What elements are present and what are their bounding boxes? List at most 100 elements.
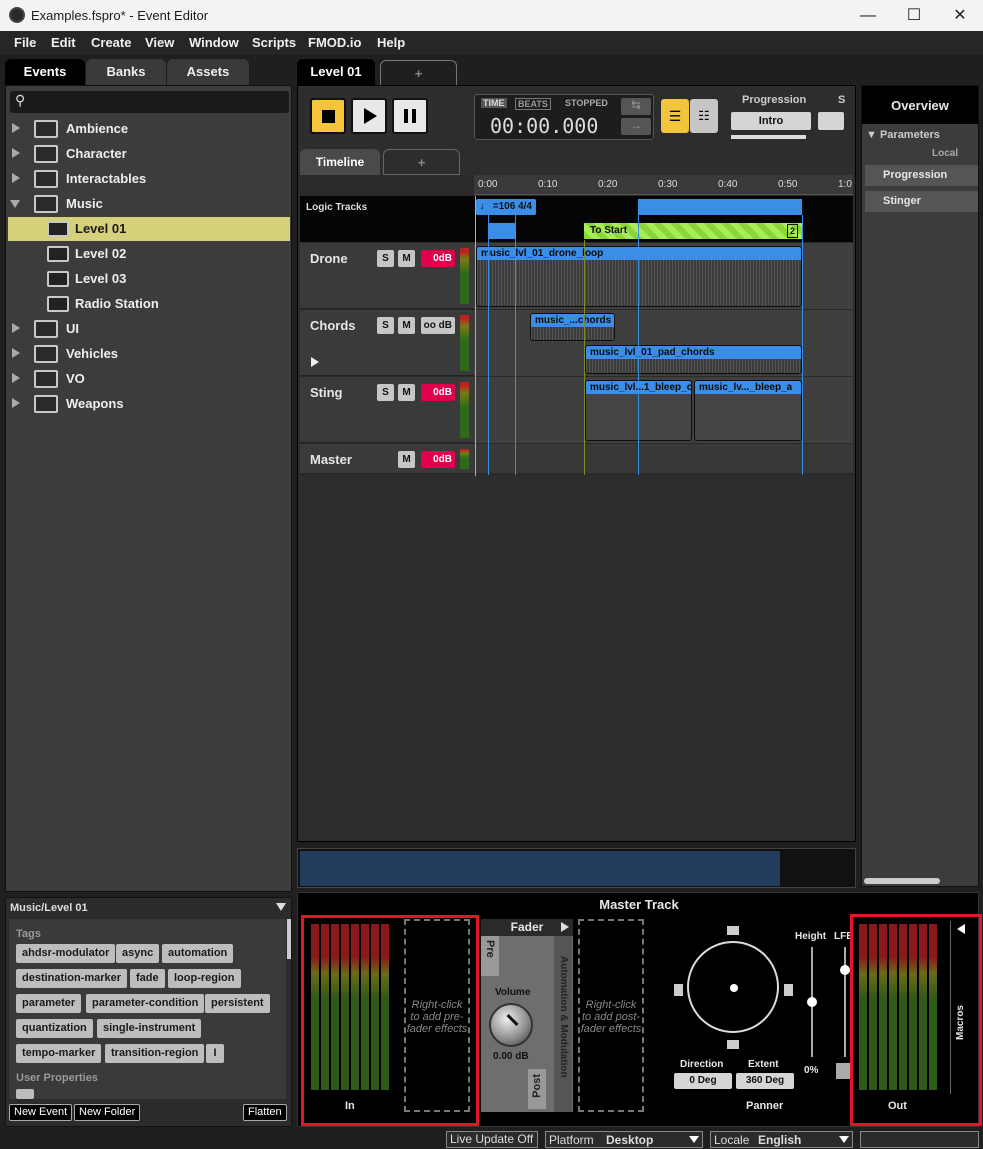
tab-assets[interactable]: Assets — [167, 59, 249, 85]
overview-viewport[interactable] — [300, 851, 780, 886]
region-drone-loop[interactable]: music_lvl_01_drone_loop — [476, 246, 802, 307]
pre-toggle[interactable]: Pre — [481, 936, 499, 976]
expand-arrow-icon[interactable] — [12, 173, 20, 183]
list-view-icon[interactable]: ☰ — [661, 99, 689, 133]
tag-loop-region[interactable]: loop-region — [168, 969, 241, 988]
menu-fmod-io[interactable]: FMOD.io — [308, 35, 361, 50]
grid-view-icon[interactable]: ☷ — [690, 99, 718, 133]
tree-folder-vehicles[interactable]: Vehicles — [8, 342, 290, 366]
loop-toggle-icon[interactable]: ⇆ — [621, 98, 651, 115]
solo-button-sting[interactable]: S — [377, 384, 394, 401]
region-chords-1[interactable]: music_...chords — [530, 313, 615, 341]
add-property-icon[interactable] — [16, 1089, 34, 1099]
tag-destination-marker[interactable]: destination-marker — [16, 969, 128, 988]
collapse-arrow-icon[interactable] — [10, 200, 20, 208]
tree-folder-weapons[interactable]: Weapons — [8, 392, 290, 416]
tree-folder-ui[interactable]: UI — [8, 317, 290, 341]
transition-region[interactable]: To Start 2 — [584, 223, 802, 239]
tab-timeline[interactable]: Timeline — [300, 149, 380, 175]
expand-arrow-icon[interactable] — [12, 373, 20, 383]
beats-mode-toggle[interactable]: BEATS — [515, 98, 551, 110]
time-mode-toggle[interactable]: TIME — [481, 98, 507, 108]
minimize-button[interactable]: — — [845, 0, 891, 31]
tag-parameter[interactable]: parameter — [16, 994, 82, 1013]
tree-event-level-02[interactable]: Level 02 — [8, 242, 290, 266]
panner-position[interactable] — [730, 984, 738, 992]
tag-transition-region[interactable]: transition-region — [105, 1044, 205, 1063]
automation-modulation-tab[interactable]: Automation & Modulation — [554, 936, 572, 1112]
timeline-ruler[interactable]: 0:00 0:10 0:20 0:30 0:40 0:50 1:0 — [474, 175, 853, 195]
expand-arrow-icon[interactable] — [12, 123, 20, 133]
volume-knob[interactable] — [489, 1003, 533, 1047]
tag-automation[interactable]: automation — [162, 944, 234, 963]
region-bleep-a[interactable]: music_lv..._bleep_a — [694, 380, 802, 441]
solo-button-drone[interactable]: S — [377, 250, 394, 267]
tree-folder-interactables[interactable]: Interactables — [8, 167, 290, 191]
tag-fade[interactable]: fade — [130, 969, 165, 988]
overview-scrollbar[interactable] — [864, 878, 940, 884]
timeline-overview[interactable] — [297, 848, 856, 888]
height-slider[interactable] — [807, 947, 817, 1057]
tag-persistent[interactable]: persistent — [205, 994, 270, 1013]
tab-events[interactable]: Events — [5, 59, 85, 85]
locale-select[interactable]: Locale English — [710, 1131, 853, 1148]
add-tag-text-icon[interactable]: I — [206, 1044, 224, 1063]
volume-master[interactable]: 0dB — [421, 451, 455, 468]
playhead[interactable] — [475, 196, 476, 476]
lfe-slider[interactable] — [840, 947, 850, 1057]
solo-button-chords[interactable]: S — [377, 317, 394, 334]
post-fader-effects-slot[interactable]: Right-click to add post-fader effects — [578, 919, 644, 1112]
menu-create[interactable]: Create — [91, 35, 131, 50]
direction-value[interactable]: 0 Deg — [674, 1073, 732, 1089]
tree-event-level-03[interactable]: Level 03 — [8, 267, 290, 291]
tag-async[interactable]: async — [116, 944, 160, 963]
search-input[interactable]: ⚲ — [10, 91, 289, 113]
mute-button-chords[interactable]: M — [398, 317, 415, 334]
loop-region[interactable] — [638, 199, 802, 215]
menu-view[interactable]: View — [145, 35, 174, 50]
volume-drone[interactable]: 0dB — [421, 250, 455, 267]
parameters-heading[interactable]: ▼ Parameters — [866, 129, 940, 141]
tree-event-radio-station[interactable]: Radio Station — [8, 292, 290, 316]
lfe-slider-thumb[interactable] — [840, 965, 850, 975]
tab-banks[interactable]: Banks — [86, 59, 166, 85]
scrollbar[interactable] — [287, 919, 291, 959]
tempo-marker[interactable]: ♩ =106 4/4 — [476, 199, 536, 215]
post-toggle[interactable]: Post — [528, 1069, 546, 1109]
progression-value[interactable]: Intro — [731, 112, 811, 130]
tag-single-instrument[interactable]: single-instrument — [97, 1019, 202, 1038]
menu-help[interactable]: Help — [377, 35, 405, 50]
volume-sting[interactable]: 0dB — [421, 384, 455, 401]
follow-playhead-icon[interactable]: → — [621, 118, 651, 135]
menu-file[interactable]: File — [14, 35, 36, 50]
destination-marker[interactable] — [489, 223, 515, 239]
param-row-stinger[interactable]: Stinger — [865, 191, 978, 212]
tag-parameter-condition[interactable]: parameter-condition — [86, 994, 205, 1013]
add-timeline-tab[interactable]: + — [383, 149, 460, 175]
panner-circle[interactable] — [687, 941, 779, 1033]
flatten-button[interactable]: Flatten — [243, 1104, 287, 1121]
menu-window[interactable]: Window — [189, 35, 239, 50]
tree-folder-character[interactable]: Character — [8, 142, 290, 166]
expand-arrow-icon[interactable] — [12, 148, 20, 158]
tree-folder-ambience[interactable]: Ambience — [8, 117, 290, 141]
collapse-icon[interactable] — [276, 903, 286, 911]
menu-scripts[interactable]: Scripts — [252, 35, 296, 50]
tree-folder-music[interactable]: Music — [8, 192, 290, 216]
mute-button-drone[interactable]: M — [398, 250, 415, 267]
height-slider-thumb[interactable] — [807, 997, 817, 1007]
tree-event-level-01[interactable]: Level 01 — [8, 217, 290, 241]
expand-arrow-icon[interactable] — [12, 398, 20, 408]
mute-button-sting[interactable]: M — [398, 384, 415, 401]
fader-menu-icon[interactable] — [561, 922, 569, 932]
param-row-progression[interactable]: Progression — [865, 165, 978, 186]
add-tab-button[interactable]: + — [380, 60, 457, 86]
tag-tempo-marker[interactable]: tempo-marker — [16, 1044, 102, 1063]
menu-edit[interactable]: Edit — [51, 35, 76, 50]
new-folder-button[interactable]: New Folder — [74, 1104, 141, 1121]
lane-master[interactable] — [474, 444, 853, 473]
stinger-value[interactable] — [818, 112, 844, 130]
mute-button-master[interactable]: M — [398, 451, 415, 468]
play-button[interactable] — [351, 98, 387, 134]
tag-ahdsr-modulator[interactable]: ahdsr-modulator — [16, 944, 116, 963]
